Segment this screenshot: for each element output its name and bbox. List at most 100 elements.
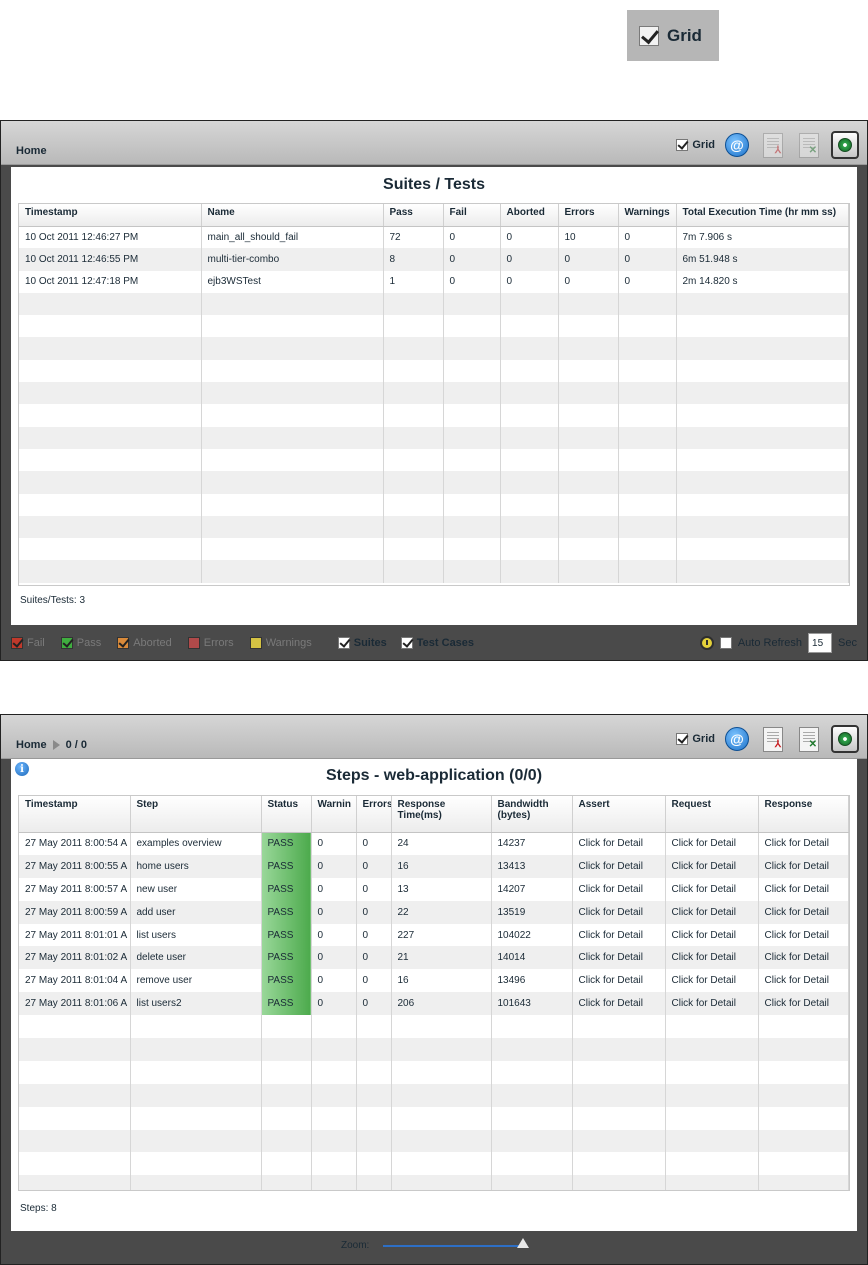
table-cell[interactable]: Click for Detail <box>758 992 849 1016</box>
table-row[interactable] <box>19 1038 849 1061</box>
table-row[interactable]: 27 May 2011 8:00:55 Ahome users PASS 0 0 16 1… <box>19 854 849 878</box>
table-cell[interactable]: Click for Detail <box>665 900 759 924</box>
table-row[interactable]: 27 May 2011 8:01:04 Aremove user PASS 0 0 16… <box>19 969 849 993</box>
table-row[interactable] <box>19 515 849 539</box>
table-cell[interactable]: Click for Detail <box>758 877 849 901</box>
table-row[interactable] <box>19 426 849 449</box>
table-row[interactable]: 10 Oct 2011 12:46:55 PM multi-tier-combo 8… <box>19 248 849 271</box>
column-header[interactable]: Response Time(ms) <box>391 796 492 833</box>
table-cell[interactable]: Click for Detail <box>758 946 849 970</box>
table-cell[interactable]: Click for Detail <box>572 832 666 855</box>
column-header[interactable]: Step <box>130 796 262 833</box>
export-pdf-button[interactable]: ⅄ <box>759 725 787 753</box>
refresh-interval-input[interactable]: 15 <box>808 633 833 653</box>
info-icon[interactable]: i <box>15 762 29 776</box>
column-header[interactable]: Request <box>665 796 759 833</box>
table-cell[interactable]: Click for Detail <box>572 854 666 878</box>
table-cell[interactable]: Click for Detail <box>572 877 666 901</box>
table-row[interactable]: 10 Oct 2011 12:47:18 PM ejb3WSTest 1 0 0 0 0 2m… <box>19 270 849 293</box>
column-header[interactable]: Timestamp <box>19 204 202 227</box>
grid-checkbox[interactable] <box>676 733 689 745</box>
table-cell[interactable]: Click for Detail <box>665 946 759 970</box>
table-cell[interactable]: Click for Detail <box>758 969 849 993</box>
table-row[interactable]: 10 Oct 2011 12:46:27 PM main_all_should_f… <box>19 226 849 249</box>
table-row[interactable] <box>19 1175 849 1190</box>
table-row[interactable]: 27 May 2011 8:01:02 Adelete user PASS 0 0 21… <box>19 946 849 970</box>
table-cell[interactable]: Click for Detail <box>665 923 759 947</box>
column-header[interactable]: Errors <box>356 796 392 833</box>
monitor-button[interactable] <box>831 725 859 753</box>
table-row[interactable] <box>19 337 849 360</box>
table-row[interactable]: 27 May 2011 8:01:01 Alist users PASS 0 0 227… <box>19 923 849 947</box>
column-header[interactable]: Aborted <box>500 204 559 227</box>
email-button[interactable]: @ <box>723 131 751 159</box>
column-header[interactable]: Pass <box>383 204 444 227</box>
table-row[interactable] <box>19 1083 849 1107</box>
table-row[interactable]: 27 May 2011 8:00:57 Anew user PASS 0 0 13 142… <box>19 877 849 901</box>
auto-refresh-checkbox[interactable] <box>719 637 732 649</box>
table-row[interactable] <box>19 493 849 516</box>
monitor-button[interactable] <box>831 131 859 159</box>
column-header[interactable]: Warnin <box>311 796 357 833</box>
export-excel-button[interactable]: ✕ <box>795 131 823 159</box>
table-row[interactable] <box>19 404 849 427</box>
column-header[interactable]: Warnings <box>618 204 677 227</box>
pass-legend-checkbox[interactable] <box>60 637 73 649</box>
table-cell[interactable]: Click for Detail <box>665 969 759 993</box>
email-button[interactable]: @ <box>723 725 751 753</box>
errors-legend-checkbox[interactable] <box>187 637 200 649</box>
table-cell[interactable]: Click for Detail <box>572 969 666 993</box>
table-cell[interactable]: Click for Detail <box>758 900 849 924</box>
column-header[interactable]: Fail <box>443 204 501 227</box>
export-excel-button[interactable]: ✕ <box>795 725 823 753</box>
table-row[interactable]: 27 May 2011 8:00:59 Aadd user PASS 0 0 22 135… <box>19 900 849 924</box>
table-cell[interactable]: Click for Detail <box>665 992 759 1016</box>
table-cell[interactable]: Click for Detail <box>758 854 849 878</box>
table-row[interactable] <box>19 1129 849 1153</box>
table-row[interactable]: 27 May 2011 8:01:06 Alist users2 PASS 0 0 20… <box>19 992 849 1016</box>
table-cell[interactable]: Click for Detail <box>572 923 666 947</box>
table-cell[interactable]: Click for Detail <box>758 832 849 855</box>
table-row[interactable] <box>19 315 849 338</box>
breadcrumb-home[interactable]: Home <box>16 739 47 751</box>
table-row[interactable] <box>19 538 849 561</box>
column-header[interactable]: Total Execution Time (hr mm ss) <box>676 204 849 227</box>
zoom-slider[interactable] <box>383 1237 530 1248</box>
grid-checkbox[interactable] <box>639 25 659 46</box>
zoom-slider-thumb[interactable] <box>517 1237 530 1248</box>
table-row[interactable] <box>19 359 849 383</box>
table-row[interactable] <box>19 471 849 494</box>
table-cell[interactable]: Click for Detail <box>572 900 666 924</box>
table-row[interactable] <box>19 292 849 316</box>
table-row[interactable] <box>19 382 849 405</box>
export-pdf-button[interactable]: ⅄ <box>759 131 787 159</box>
table-cell[interactable]: Click for Detail <box>665 854 759 878</box>
column-header[interactable]: Status <box>261 796 312 833</box>
table-cell[interactable]: Click for Detail <box>572 946 666 970</box>
grid-toggle-callout[interactable]: Grid <box>627 10 719 61</box>
fail-legend-checkbox[interactable] <box>11 637 23 649</box>
table-row[interactable] <box>19 1106 849 1130</box>
test-cases-checkbox[interactable] <box>400 637 413 649</box>
column-header[interactable]: Assert <box>572 796 666 833</box>
table-cell[interactable]: Click for Detail <box>665 832 759 855</box>
grid-checkbox[interactable] <box>676 139 689 151</box>
column-header[interactable]: Response <box>758 796 849 833</box>
table-row[interactable] <box>19 1060 849 1084</box>
table-row[interactable] <box>19 1015 849 1039</box>
suites-checkbox[interactable] <box>337 637 350 649</box>
table-cell[interactable]: Click for Detail <box>572 992 666 1016</box>
column-header[interactable]: Timestamp <box>19 796 131 833</box>
column-header[interactable]: Bandwidth (bytes) <box>491 796 573 833</box>
table-row[interactable] <box>19 1152 849 1176</box>
column-header[interactable]: Name <box>201 204 384 227</box>
breadcrumb-home[interactable]: Home <box>16 145 47 157</box>
table-row[interactable] <box>19 448 849 472</box>
table-cell[interactable]: Click for Detail <box>665 877 759 901</box>
column-header[interactable]: Errors <box>558 204 619 227</box>
warnings-legend-checkbox[interactable] <box>249 637 262 649</box>
aborted-legend-checkbox[interactable] <box>117 637 130 649</box>
table-row[interactable]: 27 May 2011 8:00:54 Aexamples overview PA… <box>19 832 849 855</box>
table-row[interactable] <box>19 560 849 583</box>
table-cell[interactable]: Click for Detail <box>758 923 849 947</box>
